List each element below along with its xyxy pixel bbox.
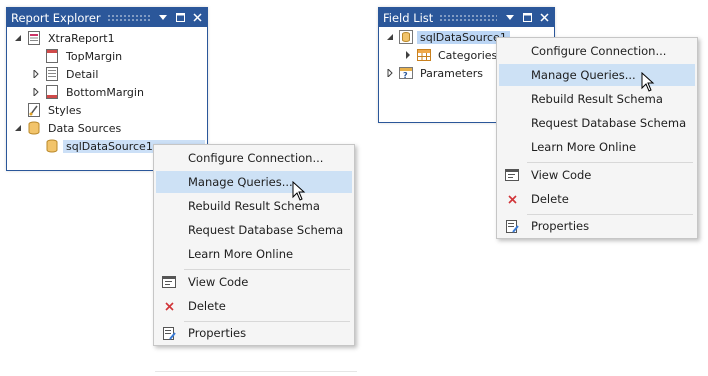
menu-item-configure-connection[interactable]: Configure Connection...: [499, 40, 695, 62]
menu-item-rebuild-result-schema[interactable]: Rebuild Result Schema: [156, 195, 352, 217]
tree-node-label: Parameters: [420, 66, 483, 80]
tree-node-parameters[interactable]: ? Parameters: [385, 64, 486, 82]
menu-item-learn-more-online[interactable]: Learn More Online: [156, 243, 352, 265]
expand-arrow-icon[interactable]: [31, 87, 41, 97]
menu-item-request-database-schema[interactable]: Request Database Schema: [156, 219, 352, 241]
tree-node-top-margin[interactable]: TopMargin: [45, 47, 125, 65]
menu-item-delete[interactable]: Delete: [156, 295, 352, 317]
maximize-icon[interactable]: [520, 10, 534, 26]
divider-line: [155, 371, 357, 372]
menu-item-properties[interactable]: Properties: [156, 322, 352, 344]
expand-arrow-icon[interactable]: [385, 68, 395, 78]
delete-icon: [156, 301, 182, 311]
band-icon: [45, 49, 59, 63]
styles-icon: [27, 103, 41, 117]
drag-grip[interactable]: [439, 14, 497, 21]
tree-node-label: BottomMargin: [66, 85, 144, 99]
context-menu-report-explorer: Configure Connection... Manage Queries..…: [153, 144, 355, 346]
tree-node-label: Data Sources: [48, 121, 122, 135]
menu-item-manage-queries[interactable]: Manage Queries...: [156, 171, 352, 193]
tree-node-label: Styles: [48, 103, 82, 117]
band-icon: [45, 67, 59, 81]
menu-item-properties[interactable]: Properties: [499, 215, 695, 237]
close-icon[interactable]: [190, 10, 204, 26]
menu-item-configure-connection[interactable]: Configure Connection...: [156, 147, 352, 169]
menu-item-manage-queries[interactable]: Manage Queries...: [499, 64, 695, 86]
report-explorer-titlebar[interactable]: Report Explorer: [7, 8, 207, 27]
maximize-icon[interactable]: [173, 10, 187, 26]
view-code-icon: [156, 276, 182, 288]
panel-title: Field List: [383, 10, 434, 25]
tree-node-bottom-margin[interactable]: BottomMargin: [31, 83, 147, 101]
expand-arrow-icon[interactable]: [403, 50, 413, 60]
tree-node-sql-data-source[interactable]: sqlDataSource1: [385, 28, 510, 46]
svg-text:?: ?: [403, 71, 408, 80]
tree-node-styles[interactable]: Styles: [27, 101, 84, 119]
database-icon: [45, 139, 59, 153]
tree-node-label: XtraReport1: [48, 31, 115, 45]
tree-node-label: TopMargin: [66, 49, 123, 63]
tree-node-detail[interactable]: Detail: [31, 65, 101, 83]
context-menu-field-list: Configure Connection... Manage Queries..…: [496, 37, 698, 239]
collapse-arrow-icon[interactable]: [13, 123, 23, 133]
properties-icon: [499, 219, 525, 233]
menu-item-view-code[interactable]: View Code: [499, 164, 695, 186]
menu-item-view-code[interactable]: View Code: [156, 271, 352, 293]
menu-item-request-database-schema[interactable]: Request Database Schema: [499, 112, 695, 134]
delete-icon: [499, 194, 525, 204]
table-icon: [417, 48, 431, 62]
menu-separator: [184, 269, 350, 270]
mouse-cursor-icon: [292, 181, 306, 201]
view-code-icon: [499, 169, 525, 181]
dropdown-icon[interactable]: [156, 10, 170, 26]
database-icon: [399, 30, 413, 44]
tree-node-label: Categories: [438, 48, 498, 62]
properties-icon: [156, 326, 182, 340]
tree-node-report[interactable]: XtraReport1: [13, 29, 118, 47]
menu-item-delete[interactable]: Delete: [499, 188, 695, 210]
tree-node-categories[interactable]: Categories: [403, 46, 500, 64]
field-list-titlebar[interactable]: Field List: [379, 8, 554, 27]
mouse-cursor-icon: [641, 72, 655, 92]
menu-item-rebuild-result-schema[interactable]: Rebuild Result Schema: [499, 88, 695, 110]
panel-title: Report Explorer: [11, 10, 101, 25]
collapse-arrow-icon[interactable]: [13, 33, 23, 43]
close-icon[interactable]: [537, 10, 551, 26]
tree-node-label: Detail: [66, 67, 99, 81]
drag-grip[interactable]: [106, 14, 150, 21]
expand-arrow-icon[interactable]: [31, 69, 41, 79]
parameters-icon: ?: [399, 66, 413, 80]
report-icon: [27, 31, 41, 45]
dropdown-icon[interactable]: [503, 10, 517, 26]
data-sources-icon: [27, 121, 41, 135]
band-icon: [45, 85, 59, 99]
collapse-arrow-icon[interactable]: [385, 32, 395, 42]
menu-separator: [527, 162, 693, 163]
menu-item-learn-more-online[interactable]: Learn More Online: [499, 136, 695, 158]
tree-node-data-sources[interactable]: Data Sources: [13, 119, 124, 137]
